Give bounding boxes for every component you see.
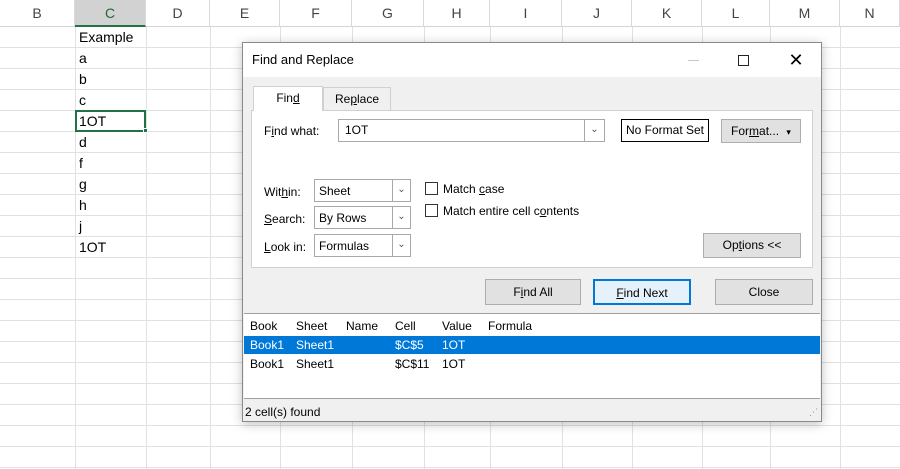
column-header-n[interactable]: N xyxy=(840,0,900,27)
format-button[interactable]: Format... ▾ xyxy=(721,119,801,143)
find-next-button[interactable]: Find Next xyxy=(593,279,691,305)
maximize-icon xyxy=(737,55,749,67)
maximize-button[interactable] xyxy=(723,43,763,77)
result-row-selected[interactable]: Book1 Sheet1 $C$5 1OT xyxy=(244,336,820,354)
result-row[interactable]: Book1 Sheet1 $C$11 1OT xyxy=(244,355,820,373)
cell-c9[interactable]: h xyxy=(75,195,87,216)
column-header-b[interactable]: B xyxy=(0,0,75,27)
match-case-label[interactable]: Match case xyxy=(443,182,504,196)
column-header-k[interactable]: K xyxy=(632,0,702,27)
header-book[interactable]: Book xyxy=(250,317,277,335)
cell-c4[interactable]: c xyxy=(75,90,86,111)
find-what-value: 1OT xyxy=(345,123,369,137)
results-list[interactable]: Book Sheet Name Cell Value Formula Book1… xyxy=(244,313,820,399)
look-in-label: Look in: xyxy=(264,240,307,254)
cell-c2[interactable]: a xyxy=(75,48,87,69)
format-button-label: Format... xyxy=(731,124,780,138)
look-in-select[interactable]: Formulas ⌄ xyxy=(314,234,411,257)
cell-c3[interactable]: b xyxy=(75,69,87,90)
format-preview: No Format Set xyxy=(621,119,709,142)
result-value: 1OT xyxy=(442,338,466,352)
tab-replace[interactable]: Replace xyxy=(323,87,391,111)
chevron-down-icon: ⌄ xyxy=(397,239,406,250)
find-what-label: Find what: xyxy=(264,124,320,138)
within-value: Sheet xyxy=(319,184,351,198)
minimize-button[interactable] xyxy=(673,43,713,77)
within-label: Within: xyxy=(264,185,301,199)
gridline xyxy=(840,27,841,469)
column-headers: B C D E F G H I J K L M N xyxy=(0,0,900,27)
search-select[interactable]: By Rows ⌄ xyxy=(314,206,411,229)
dialog-titlebar[interactable]: Find and Replace ✕ xyxy=(243,43,821,77)
minimize-icon xyxy=(687,60,699,62)
close-icon: ✕ xyxy=(788,50,804,70)
header-cell[interactable]: Cell xyxy=(395,317,416,335)
column-header-f[interactable]: F xyxy=(280,0,352,27)
gridline xyxy=(210,27,211,469)
dropdown-arrow-icon: ▾ xyxy=(786,127,791,137)
column-header-c[interactable]: C xyxy=(75,0,146,27)
column-header-l[interactable]: L xyxy=(702,0,770,27)
within-select[interactable]: Sheet ⌄ xyxy=(314,179,411,202)
tab-find[interactable]: Find xyxy=(253,86,323,111)
result-sheet: Sheet1 xyxy=(296,338,335,352)
find-what-input[interactable]: 1OT xyxy=(338,119,605,142)
result-value: 1OT xyxy=(442,357,466,371)
column-header-d[interactable]: D xyxy=(146,0,210,27)
result-cell: $C$5 xyxy=(395,338,424,352)
result-sheet: Sheet1 xyxy=(296,357,335,371)
options-button[interactable]: Options << xyxy=(703,233,801,258)
results-header: Book Sheet Name Cell Value Formula xyxy=(244,317,820,335)
tab-replace-label: Replace xyxy=(334,92,380,106)
cell-c1[interactable]: Example xyxy=(75,27,133,48)
tab-find-label: Find xyxy=(276,91,300,105)
find-all-button[interactable]: Find All xyxy=(485,279,581,305)
options-button-label: Options << xyxy=(722,238,782,252)
dialog-title: Find and Replace xyxy=(252,52,354,67)
find-all-label: Find All xyxy=(513,285,553,299)
find-replace-dialog: Find and Replace ✕ Find Replace Find wha… xyxy=(242,42,822,422)
match-entire-cell-label[interactable]: Match entire cell contents xyxy=(443,204,579,218)
gridline xyxy=(146,27,147,469)
search-dropdown-button[interactable]: ⌄ xyxy=(392,207,410,228)
search-label: Search: xyxy=(264,212,306,226)
search-value: By Rows xyxy=(319,211,367,225)
resize-grip-icon[interactable]: ⋰ xyxy=(809,407,818,418)
chevron-down-icon: ⌄ xyxy=(590,124,599,135)
column-header-h[interactable]: H xyxy=(424,0,490,27)
fill-handle[interactable] xyxy=(143,128,148,133)
column-header-g[interactable]: G xyxy=(352,0,424,27)
cell-c10[interactable]: j xyxy=(75,216,82,237)
match-entire-cell-checkbox[interactable] xyxy=(425,204,438,217)
header-sheet[interactable]: Sheet xyxy=(296,317,327,335)
look-in-value: Formulas xyxy=(319,239,370,253)
header-name[interactable]: Name xyxy=(346,317,378,335)
look-in-dropdown-button[interactable]: ⌄ xyxy=(392,235,410,256)
chevron-down-icon: ⌄ xyxy=(397,184,406,195)
result-book: Book1 xyxy=(250,338,285,352)
header-value[interactable]: Value xyxy=(442,317,472,335)
column-header-e[interactable]: E xyxy=(210,0,280,27)
status-text: 2 cell(s) found xyxy=(245,405,321,419)
find-next-label: Find Next xyxy=(616,286,668,300)
active-cell-border xyxy=(75,110,146,132)
result-cell: $C$11 xyxy=(395,357,430,371)
match-case-checkbox[interactable] xyxy=(425,182,438,195)
within-dropdown-button[interactable]: ⌄ xyxy=(392,180,410,201)
result-book: Book1 xyxy=(250,357,285,371)
cell-c7[interactable]: f xyxy=(75,153,83,174)
column-header-m[interactable]: M xyxy=(770,0,840,27)
cell-c11[interactable]: 1OT xyxy=(75,237,106,258)
column-header-i[interactable]: I xyxy=(490,0,562,27)
close-button[interactable]: Close xyxy=(715,279,813,305)
header-formula[interactable]: Formula xyxy=(488,317,532,335)
close-window-button[interactable]: ✕ xyxy=(776,43,816,77)
chevron-down-icon: ⌄ xyxy=(397,211,406,222)
cell-c6[interactable]: d xyxy=(75,132,87,153)
column-header-j[interactable]: J xyxy=(562,0,632,27)
cell-c8[interactable]: g xyxy=(75,174,87,195)
find-what-dropdown-button[interactable]: ⌄ xyxy=(584,120,604,141)
